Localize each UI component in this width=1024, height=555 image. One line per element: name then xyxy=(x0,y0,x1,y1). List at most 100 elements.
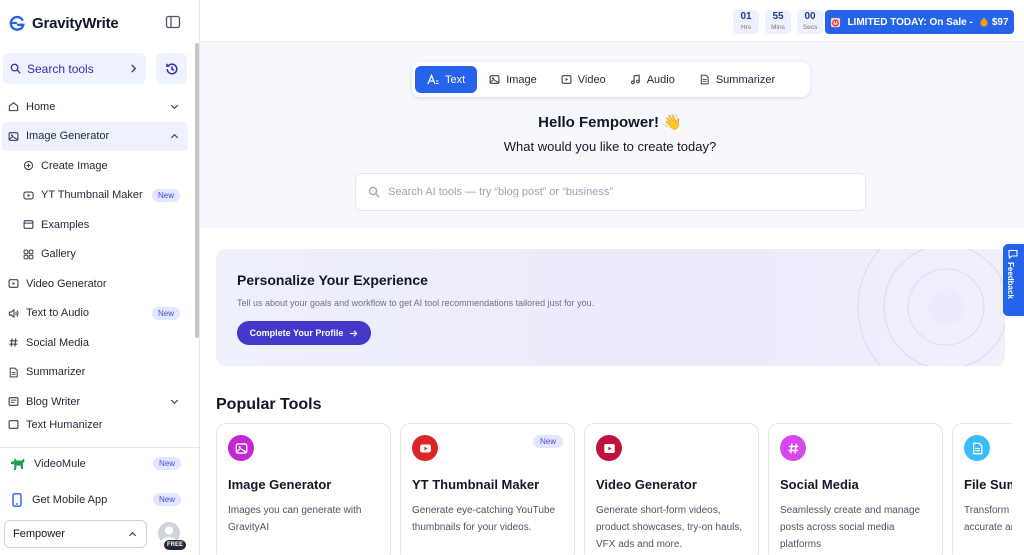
youtube-icon xyxy=(23,191,34,200)
videomule-label: VideoMule xyxy=(34,458,86,470)
tool-card-title: Image Generator xyxy=(228,477,332,492)
tab-label: Image xyxy=(506,73,537,86)
tab-label: Text xyxy=(445,73,466,86)
tab-video[interactable]: Video xyxy=(549,66,618,93)
timer-unit: Hrs xyxy=(740,24,752,31)
tool-card-title: YT Thumbnail Maker xyxy=(412,477,540,492)
hero-section: Text Image Video Audio Summarizer Hello … xyxy=(200,42,1024,228)
mobile-phone-icon xyxy=(12,493,22,507)
sidebar-item-label: Gallery xyxy=(41,248,76,261)
complete-profile-button[interactable]: Complete Your Profile xyxy=(237,321,371,345)
humanizer-icon xyxy=(8,419,19,429)
audio-icon xyxy=(8,308,19,319)
sidebar-item-image-generator[interactable]: Image Generator xyxy=(2,121,188,151)
sidebar-scrollbar[interactable] xyxy=(195,43,199,338)
sidebar-item-label: Image Generator xyxy=(26,130,110,143)
tool-card-title: Video Generator xyxy=(596,477,697,492)
app-name: GravityWrite xyxy=(32,14,119,32)
tool-card-title: File Summarizer xyxy=(964,477,1012,492)
document-icon xyxy=(9,367,18,378)
gallery-icon xyxy=(23,249,34,260)
sidebar-item-label: Video Generator xyxy=(26,277,107,290)
sidebar-item-get-mobile-app[interactable]: Get Mobile App New xyxy=(0,488,199,512)
tool-card-video-generator[interactable]: Video Generator Generate short-form vide… xyxy=(584,423,759,555)
sale-price-group: $97 xyxy=(979,17,1009,28)
new-badge: New xyxy=(151,188,180,202)
hash-icon xyxy=(780,435,806,461)
search-tools-button[interactable]: Search tools xyxy=(3,53,146,84)
chevron-down-icon xyxy=(170,104,179,110)
search-icon xyxy=(10,63,21,74)
sidebar-item-video-generator[interactable]: Video Generator xyxy=(0,269,194,299)
chevron-down-icon xyxy=(170,399,179,405)
greeting-heading: Hello Fempower! 👋 xyxy=(538,114,682,131)
home-icon xyxy=(8,102,19,112)
limited-sale-button[interactable]: LIMITED TODAY: On Sale - $97 xyxy=(825,10,1014,34)
feedback-label: Feedback xyxy=(1006,262,1015,299)
tool-card-file-summarizer[interactable]: File Summarizer Transform lengthy files … xyxy=(952,423,1012,555)
sidebar-collapse-icon[interactable] xyxy=(165,14,181,30)
sidebar-item-videomule[interactable]: VideoMule New xyxy=(0,452,199,476)
sidebar-item-social-media[interactable]: Social Media xyxy=(0,328,194,358)
tab-image[interactable]: Image xyxy=(477,66,549,93)
history-icon xyxy=(165,62,177,75)
tool-card-social-media[interactable]: Social Media Seamlessly create and manag… xyxy=(768,423,943,555)
new-badge: New xyxy=(151,306,180,320)
tool-card-description: Images you can generate with GravityAI xyxy=(228,505,362,533)
tool-card-description: Transform lengthy files into accurate an… xyxy=(964,505,1012,533)
sidebar-item-summarizer[interactable]: Summarizer xyxy=(0,358,194,388)
greeting-subtitle: What would you like to create today? xyxy=(503,139,717,154)
blog-icon xyxy=(8,397,19,407)
workspace-selector[interactable]: Fempower xyxy=(4,520,147,548)
sidebar-item-label: Create Image xyxy=(41,159,108,172)
image-icon xyxy=(8,131,19,141)
tool-card-description: Generate short-form videos, product show… xyxy=(596,505,743,550)
history-button[interactable] xyxy=(156,53,187,84)
tab-text[interactable]: Text xyxy=(415,66,478,93)
sidebar-item-label: Home xyxy=(26,100,56,113)
sidebar-item-blog-writer[interactable]: Blog Writer xyxy=(0,387,194,417)
app-logo[interactable]: GravityWrite xyxy=(8,12,119,34)
music-note-icon xyxy=(630,74,640,85)
sidebar-item-home[interactable]: Home xyxy=(0,92,194,122)
feedback-tab[interactable]: Feedback xyxy=(1003,244,1024,316)
gravitywrite-logo-icon xyxy=(9,15,25,31)
sidebar-item-label: Text Humanizer xyxy=(26,418,103,431)
timer-value: 01 xyxy=(740,11,752,22)
tool-card-image-generator[interactable]: Image Generator Images you can generate … xyxy=(216,423,391,555)
sidebar-item-label: YT Thumbnail Maker xyxy=(41,189,143,202)
personalize-card: Personalize Your Experience Tell us abou… xyxy=(216,249,1005,366)
sidebar-item-label: Summarizer xyxy=(26,366,86,379)
sidebar-item-text-to-audio[interactable]: Text to Audio New xyxy=(0,299,194,329)
image-icon xyxy=(489,75,500,84)
sidebar-item-text-humanizer[interactable]: Text Humanizer xyxy=(0,417,194,431)
tool-card-yt-thumbnail-maker[interactable]: New YT Thumbnail Maker Generate eye-catc… xyxy=(400,423,575,555)
ai-tools-search[interactable] xyxy=(355,173,866,211)
search-icon xyxy=(368,186,380,198)
tab-summarizer[interactable]: Summarizer xyxy=(687,66,787,93)
timer-value: 55 xyxy=(772,11,784,22)
text-icon xyxy=(427,74,439,85)
image-icon xyxy=(228,435,254,461)
chevron-up-icon xyxy=(128,531,137,536)
new-badge: New xyxy=(152,457,181,470)
sidebar-item-create-image[interactable]: Create Image xyxy=(0,151,194,181)
sidebar-item-yt-thumbnail-maker[interactable]: YT Thumbnail Maker New xyxy=(0,181,194,211)
sale-price: $97 xyxy=(991,16,1009,28)
timer-value: 00 xyxy=(804,11,816,22)
cta-label: Complete Your Profile xyxy=(249,328,344,338)
tool-card-title: Social Media xyxy=(780,477,859,492)
feedback-icon xyxy=(1008,249,1018,259)
file-icon xyxy=(964,435,990,461)
sidebar-item-examples[interactable]: Examples xyxy=(0,210,194,240)
timer-unit: Secs xyxy=(802,24,818,31)
search-input[interactable] xyxy=(388,186,848,198)
video-icon xyxy=(561,75,572,84)
plan-badge: FREE xyxy=(164,540,187,550)
timer-seconds: 00 Secs xyxy=(797,10,823,34)
mobile-app-label: Get Mobile App xyxy=(32,494,108,506)
sidebar-item-gallery[interactable]: Gallery xyxy=(0,240,194,270)
videomule-icon xyxy=(11,458,25,470)
tab-audio[interactable]: Audio xyxy=(618,66,687,93)
search-tools-label: Search tools xyxy=(27,61,94,76)
